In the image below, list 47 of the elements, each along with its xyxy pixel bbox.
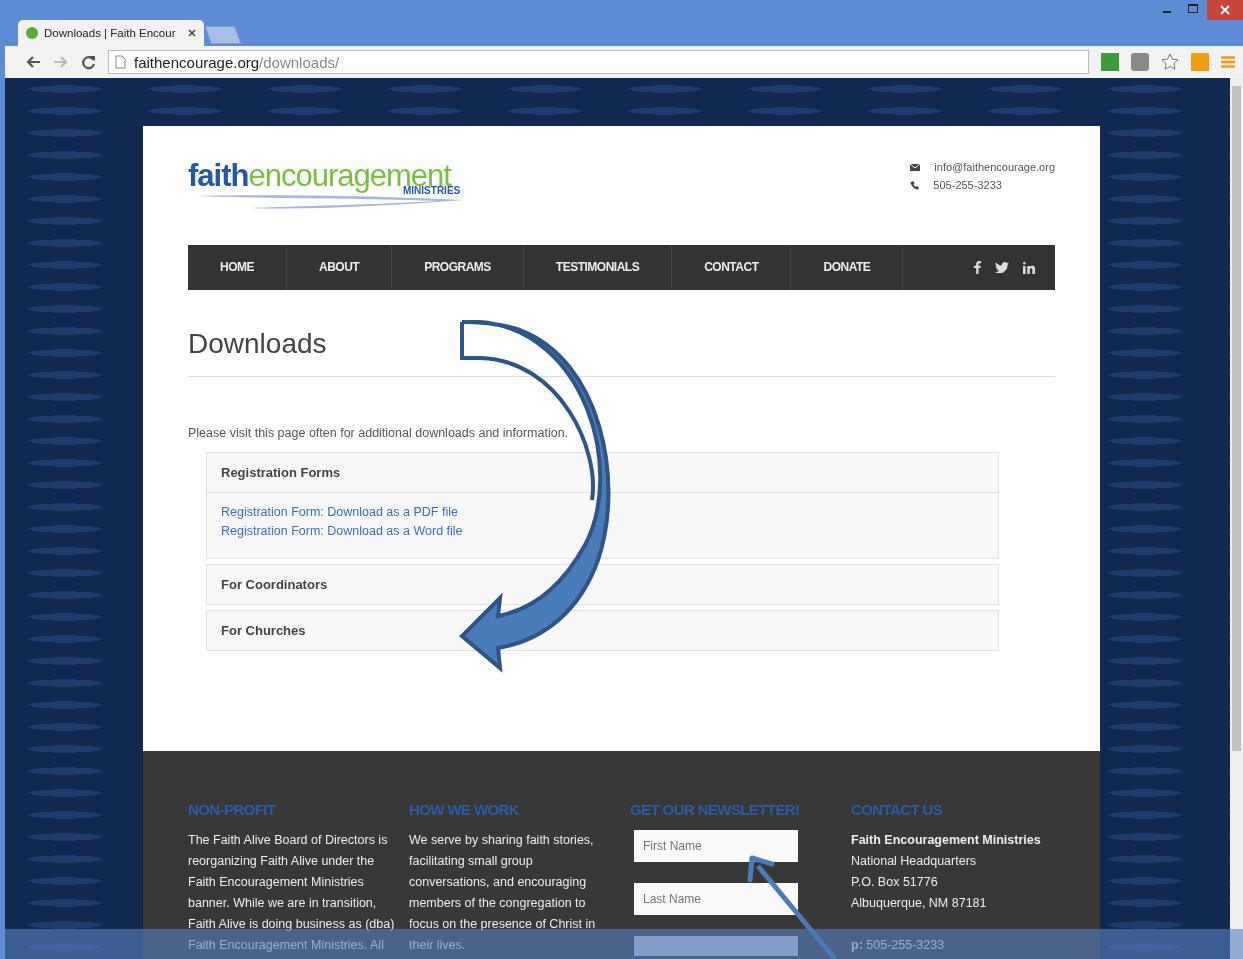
nav-link[interactable]: PROGRAMS (392, 245, 524, 290)
footer-text: The Faith Alive Board of Directors is reorganizing Faith Alive under the Faith Encouragement Ministries banner. While we are in transition, Faith Alive is doing business as (dba) Faith Encouragement Ministries. All (188, 832, 395, 954)
url-text: faithencourage.org/downloads/ (134, 53, 340, 71)
phone-icon (910, 180, 920, 190)
tab-title: Downloads | Faith Encour (44, 27, 177, 39)
contact-text: info@faithencourage.org (934, 161, 1055, 173)
nav-link[interactable]: ABOUT (287, 245, 393, 290)
address-line: P.O. Box 51776 (851, 874, 939, 891)
nav-link[interactable]: HOME (188, 245, 287, 290)
scrollbar[interactable] (1230, 78, 1243, 959)
browser-tab[interactable]: Downloads | Faith Encour (18, 20, 204, 46)
close-icon (1220, 5, 1230, 15)
linkedin-icon[interactable] (1023, 261, 1035, 274)
back-arrow-icon[interactable] (25, 55, 41, 69)
close-button[interactable] (1207, 0, 1243, 20)
menu-icon[interactable] (1221, 56, 1235, 68)
input-field[interactable]: First Name (634, 830, 798, 862)
footer-heading: CONTACT US (851, 801, 944, 818)
footer-heading: NON-PROFIT (188, 801, 277, 818)
footer-heading: HOW WE WORK (409, 801, 521, 818)
download-link[interactable]: Registration Form: Download as a PDF file (221, 505, 984, 519)
scrollbar-thumb[interactable] (1232, 86, 1241, 751)
star-icon[interactable] (1161, 53, 1179, 71)
address-line: National Headquarters (851, 853, 978, 870)
facebook-icon[interactable] (974, 261, 981, 274)
organization-name: Faith Encouragement Ministries (851, 832, 1042, 849)
reload-icon[interactable] (81, 54, 96, 70)
new-tab-button[interactable] (204, 26, 242, 44)
site-favicon-icon (26, 27, 38, 39)
address-bar[interactable]: faithencourage.org/downloads/ (108, 50, 1089, 74)
nav-link[interactable]: CONTACT (672, 245, 792, 290)
footer-heading: GET OUR NEWSLETTER! (630, 801, 801, 818)
intro-text: Please visit this page often for additional downloads and information. (188, 426, 570, 440)
page-icon (115, 55, 126, 69)
footer-text: We serve by sharing faith stories, facilitating small group conversations, and encouraging members of the congregation to focus on the presence of Christ in their lives. (409, 832, 597, 954)
nav-link[interactable]: DONATE (791, 245, 904, 290)
accordion-header[interactable]: For Coordinators (207, 565, 998, 604)
nav-link[interactable]: TESTIMONIALS (523, 245, 673, 290)
close-tab-icon[interactable] (188, 29, 196, 37)
input-field[interactable]: Last Name (634, 883, 798, 915)
envelope-icon (910, 163, 921, 171)
address-line: Albuquerque, NM 87181 (851, 895, 988, 912)
contact-text: 505-255-3233 (933, 179, 1002, 191)
footer-phone: p: 505-255-3233 (851, 937, 946, 954)
accordion-header[interactable]: For Churches (207, 611, 998, 650)
download-link[interactable]: Registration Form: Download as a Word file (221, 524, 984, 538)
twitter-icon[interactable] (995, 262, 1009, 273)
